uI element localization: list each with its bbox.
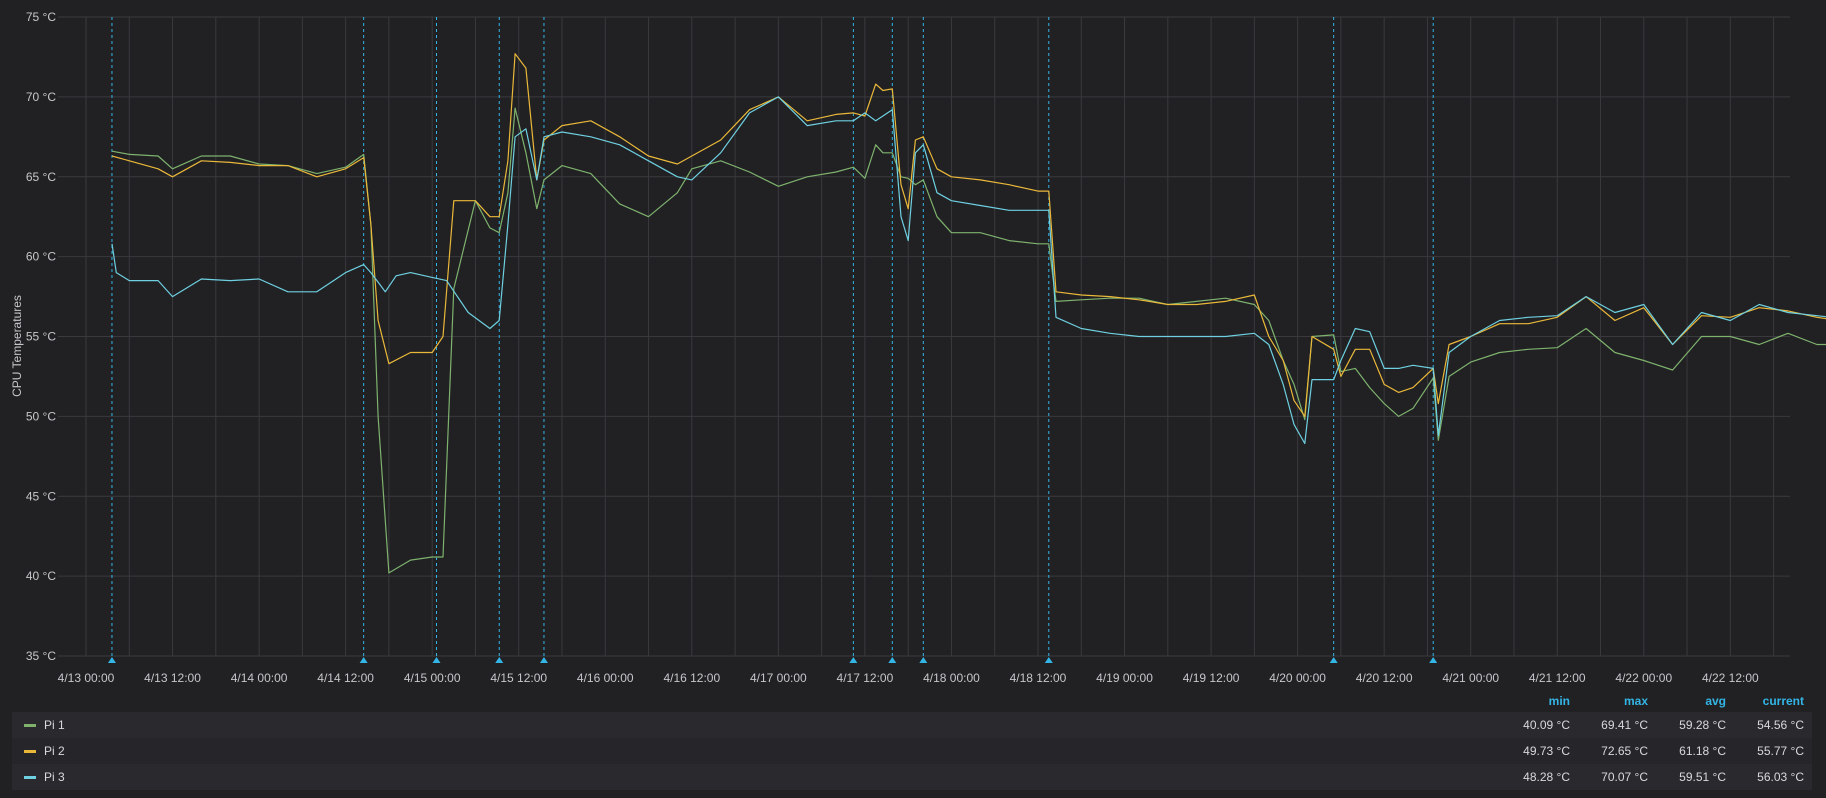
x-tick-label: 4/16 00:00 bbox=[577, 671, 634, 685]
y-tick-label: 55 °C bbox=[26, 330, 56, 344]
x-axis-ticks: 4/13 00:00 4/13 12:00 4/14 00:00 4/14 12:00… bbox=[58, 671, 1759, 685]
legend-header-min[interactable]: min bbox=[1500, 694, 1578, 708]
annotation-marker[interactable] bbox=[359, 657, 368, 663]
legend-header: min max avg current bbox=[12, 690, 1812, 712]
series-line-pi-2[interactable] bbox=[111, 53, 1826, 417]
y-axis-label: CPU Temperatures bbox=[10, 295, 24, 397]
x-tick-label: 4/19 12:00 bbox=[1183, 671, 1240, 685]
x-tick-label: 4/22 00:00 bbox=[1615, 671, 1672, 685]
grid-lines bbox=[58, 16, 1790, 657]
x-tick-label: 4/15 12:00 bbox=[490, 671, 547, 685]
x-tick-label: 4/13 00:00 bbox=[58, 671, 115, 685]
x-tick-label: 4/14 00:00 bbox=[231, 671, 288, 685]
legend-min: 48.28 °C bbox=[1523, 770, 1570, 784]
x-tick-label: 4/17 12:00 bbox=[837, 671, 894, 685]
legend-header-avg[interactable]: avg bbox=[1656, 694, 1734, 708]
legend-current: 56.03 °C bbox=[1757, 770, 1804, 784]
legend-current: 55.77 °C bbox=[1757, 744, 1804, 758]
legend-max: 72.65 °C bbox=[1601, 744, 1648, 758]
series-line-pi-3[interactable] bbox=[111, 96, 1826, 445]
legend-row-pi-2[interactable]: Pi 2 49.73 °C 72.65 °C 61.18 °C 55.77 °C bbox=[12, 738, 1812, 764]
x-tick-label: 4/19 00:00 bbox=[1096, 671, 1153, 685]
legend-header-current[interactable]: current bbox=[1734, 694, 1812, 708]
annotations bbox=[107, 17, 1438, 663]
series-line-pi-1[interactable] bbox=[111, 107, 1826, 574]
legend-swatch bbox=[24, 775, 36, 779]
annotation-marker[interactable] bbox=[1429, 657, 1438, 663]
annotation-marker[interactable] bbox=[1044, 657, 1053, 663]
legend-row-pi-1[interactable]: Pi 1 40.09 °C 69.41 °C 59.28 °C 54.56 °C bbox=[12, 712, 1812, 738]
legend-avg: 59.28 °C bbox=[1679, 718, 1726, 732]
y-tick-label: 35 °C bbox=[26, 649, 56, 663]
annotation-marker[interactable] bbox=[495, 657, 504, 663]
series-lines bbox=[111, 53, 1826, 574]
x-tick-label: 4/21 12:00 bbox=[1529, 671, 1586, 685]
y-axis-ticks: 35 °C 40 °C 45 °C 50 °C 55 °C 60 °C 65 °C 70 °C… bbox=[26, 10, 56, 663]
annotation-marker[interactable] bbox=[432, 657, 441, 663]
graph-panel: 35 °C 40 °C 45 °C 50 °C 55 °C 60 °C 65 °C 70 °C… bbox=[0, 0, 1826, 798]
legend-header-max[interactable]: max bbox=[1578, 694, 1656, 708]
y-tick-label: 70 °C bbox=[26, 90, 56, 104]
x-tick-label: 4/20 00:00 bbox=[1269, 671, 1326, 685]
annotation-marker[interactable] bbox=[888, 657, 897, 663]
y-tick-label: 65 °C bbox=[26, 170, 56, 184]
x-tick-label: 4/17 00:00 bbox=[750, 671, 807, 685]
y-tick-label: 40 °C bbox=[26, 569, 56, 583]
temperature-chart: 35 °C 40 °C 45 °C 50 °C 55 °C 60 °C 65 °C 70 °C… bbox=[10, 10, 1826, 685]
legend-max: 69.41 °C bbox=[1601, 718, 1648, 732]
x-tick-label: 4/16 12:00 bbox=[663, 671, 720, 685]
x-tick-label: 4/14 12:00 bbox=[317, 671, 374, 685]
legend-series-name[interactable]: Pi 3 bbox=[44, 770, 1500, 784]
legend-row-pi-3[interactable]: Pi 3 48.28 °C 70.07 °C 59.51 °C 56.03 °C bbox=[12, 764, 1812, 790]
x-tick-label: 4/20 12:00 bbox=[1356, 671, 1413, 685]
annotation-marker[interactable] bbox=[849, 657, 858, 663]
x-tick-label: 4/22 12:00 bbox=[1702, 671, 1759, 685]
x-tick-label: 4/18 12:00 bbox=[1010, 671, 1067, 685]
legend-table: min max avg current Pi 1 40.09 °C 69.41 … bbox=[12, 690, 1812, 790]
annotation-marker[interactable] bbox=[539, 657, 548, 663]
legend-series-name[interactable]: Pi 1 bbox=[44, 718, 1500, 732]
y-tick-label: 50 °C bbox=[26, 409, 56, 423]
x-tick-label: 4/21 00:00 bbox=[1442, 671, 1499, 685]
y-tick-label: 75 °C bbox=[26, 10, 56, 24]
x-tick-label: 4/18 00:00 bbox=[923, 671, 980, 685]
x-tick-label: 4/15 00:00 bbox=[404, 671, 461, 685]
legend-avg: 61.18 °C bbox=[1679, 744, 1726, 758]
annotation-marker[interactable] bbox=[1329, 657, 1338, 663]
legend-max: 70.07 °C bbox=[1601, 770, 1648, 784]
legend-series-name[interactable]: Pi 2 bbox=[44, 744, 1500, 758]
annotation-marker[interactable] bbox=[107, 657, 116, 663]
legend-current: 54.56 °C bbox=[1757, 718, 1804, 732]
y-tick-label: 60 °C bbox=[26, 250, 56, 264]
legend-swatch bbox=[24, 749, 36, 753]
legend-avg: 59.51 °C bbox=[1679, 770, 1726, 784]
legend-min: 49.73 °C bbox=[1523, 744, 1570, 758]
y-tick-label: 45 °C bbox=[26, 489, 56, 503]
x-tick-label: 4/13 12:00 bbox=[144, 671, 201, 685]
legend-swatch bbox=[24, 723, 36, 727]
annotation-marker[interactable] bbox=[919, 657, 928, 663]
legend-min: 40.09 °C bbox=[1523, 718, 1570, 732]
